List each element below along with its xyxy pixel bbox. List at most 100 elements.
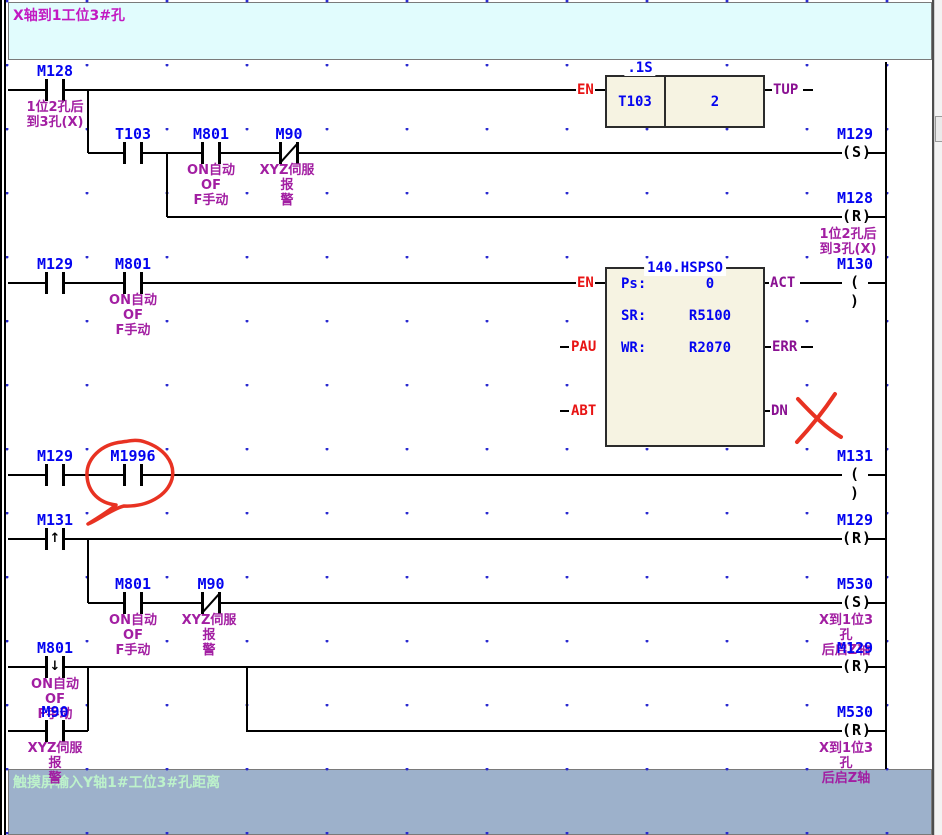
device-name: M128 <box>37 62 73 80</box>
contact-M128[interactable] <box>45 79 65 101</box>
wire-segment <box>560 346 569 348</box>
contact-bar <box>123 142 126 164</box>
contact-bar <box>201 142 204 164</box>
fb-param-value[interactable]: R2070 <box>655 340 765 356</box>
contact-bar <box>62 272 65 294</box>
wire-segment <box>803 89 813 91</box>
pin-EN: EN <box>576 275 595 291</box>
device-name: M129 <box>837 125 873 143</box>
device-name: M801 <box>37 639 73 657</box>
device-name: M129 <box>837 511 873 529</box>
device-name: M90 <box>41 703 68 721</box>
contact-M1996[interactable] <box>123 464 143 486</box>
contact-T103[interactable] <box>123 142 143 164</box>
device-name: M90 <box>197 575 224 593</box>
device-name: M128 <box>837 189 873 207</box>
contact-M801[interactable] <box>201 142 221 164</box>
coil-M128-reset[interactable]: (R) <box>842 207 868 227</box>
contact-M801[interactable] <box>123 592 143 614</box>
wire-segment <box>868 282 887 284</box>
contact-M129[interactable] <box>45 272 65 294</box>
network-comment-bottom-selected[interactable]: 触摸屏输入Y轴1#工位3#孔距离 <box>8 769 932 835</box>
wire-segment <box>8 538 842 540</box>
coil-M530-set[interactable]: (S) <box>842 593 868 613</box>
contact-M131-rising-edge[interactable]: ↑ <box>45 528 65 550</box>
fb-param-key: SR: <box>621 308 646 324</box>
fb-param-value[interactable]: 0 <box>655 276 765 292</box>
contact-M129[interactable] <box>45 464 65 486</box>
coil-M131[interactable]: ( ) <box>842 465 868 485</box>
pin-PAU: PAU <box>570 339 597 355</box>
ladder-editor-window: X轴到1工位3#孔 触摸屏输入Y轴1#工位3#孔距离 M128 <box>0 0 942 835</box>
device-name: M801 <box>115 575 151 593</box>
contact-M90-nc[interactable] <box>279 142 299 164</box>
wire-segment <box>868 474 887 476</box>
device-comment: ON自动OFF手动 <box>178 163 244 208</box>
contact-bar <box>45 272 48 294</box>
contact-M90-nc[interactable] <box>201 592 221 614</box>
device-comment: XYZ伺服报警 <box>254 163 320 208</box>
function-block-HSPSO[interactable] <box>605 267 765 447</box>
coil-M130[interactable]: ( ) <box>842 273 868 293</box>
fb-param-key: Ps: <box>621 276 646 292</box>
wire-segment <box>166 152 168 217</box>
contact-bar <box>140 272 143 294</box>
contact-M801[interactable] <box>123 272 143 294</box>
contact-bar <box>62 464 65 486</box>
fb-param-value[interactable]: R5100 <box>655 308 765 324</box>
timer-register: T103 <box>605 94 665 110</box>
right-power-rail <box>885 62 887 769</box>
device-name: M129 <box>37 447 73 465</box>
coil-M129-reset[interactable]: (R) <box>842 529 868 549</box>
network-comment-top-text: X轴到1工位3#孔 <box>13 8 125 24</box>
device-name: M131 <box>837 447 873 465</box>
contact-bar <box>45 79 48 101</box>
contact-bar <box>218 142 221 164</box>
coil-M129-reset[interactable]: (R) <box>842 657 868 677</box>
contact-bar <box>62 79 65 101</box>
wire-segment <box>87 538 89 603</box>
rising-edge-icon: ↑ <box>45 528 65 550</box>
contact-M801-falling-edge[interactable]: ↓ <box>45 656 65 678</box>
device-name: M130 <box>837 255 873 273</box>
contact-bar <box>123 272 126 294</box>
wire-segment <box>8 666 842 668</box>
contact-bar <box>140 464 143 486</box>
wire-segment <box>801 346 813 348</box>
device-name: M1996 <box>110 447 155 465</box>
contact-bar <box>45 464 48 486</box>
pin-ACT: ACT <box>769 275 796 291</box>
device-comment: ON自动OFF手动 <box>100 293 166 338</box>
device-name: M530 <box>837 703 873 721</box>
contact-M90[interactable] <box>45 720 65 742</box>
vertical-scrollbar[interactable] <box>934 0 942 835</box>
pin-DN: DN <box>770 403 789 419</box>
device-name: M90 <box>275 125 302 143</box>
coil-M530-reset[interactable]: (R) <box>842 721 868 741</box>
contact-bar <box>140 142 143 164</box>
coil-M129-set[interactable]: (S) <box>842 143 868 163</box>
wire-segment <box>8 89 605 91</box>
wire-segment <box>247 730 842 732</box>
contact-bar <box>140 592 143 614</box>
device-comment: 1位2孔后到3孔(X) <box>815 227 881 257</box>
network-comment-top[interactable]: X轴到1工位3#孔 <box>8 2 932 60</box>
pin-ERR: ERR <box>771 339 798 355</box>
contact-bar <box>123 464 126 486</box>
scrollbar-thumb[interactable] <box>935 116 942 142</box>
device-name: M801 <box>193 125 229 143</box>
timer-preset-value[interactable]: 2 <box>667 94 763 110</box>
timer-time-base: .1S <box>624 60 655 76</box>
function-block-title: 140.HSPSO <box>644 260 726 276</box>
pin-TUP: TUP <box>772 82 799 98</box>
wire-segment <box>246 666 248 732</box>
device-name: M530 <box>837 575 873 593</box>
contact-bar <box>123 592 126 614</box>
contact-bar <box>62 720 65 742</box>
device-comment: X到1位3孔后启Z轴 <box>813 741 879 786</box>
falling-edge-icon: ↓ <box>45 656 65 678</box>
wire-segment <box>167 216 842 218</box>
device-comment: 1位2孔后到3孔(X) <box>22 100 88 130</box>
pin-ABT: ABT <box>570 403 597 419</box>
device-comment: XYZ伺服报警 <box>176 613 242 658</box>
